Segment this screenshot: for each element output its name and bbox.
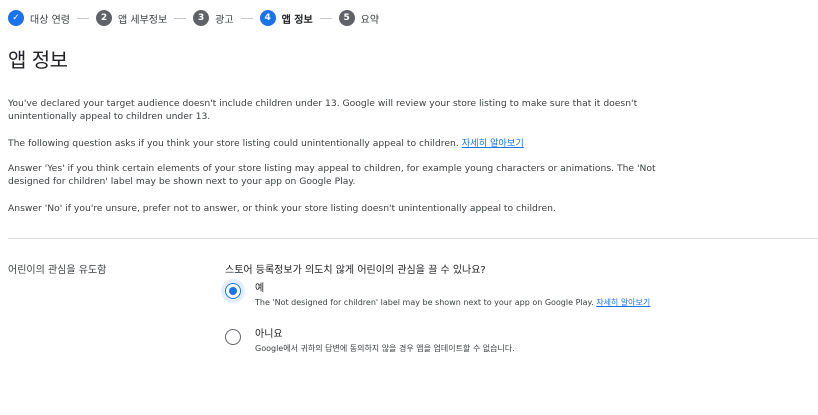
check-icon: ✓: [8, 10, 24, 26]
intro-paragraph: You've declared your target audience doe…: [8, 98, 638, 122]
radio-description: The 'Not designed for children' label ma…: [255, 297, 650, 309]
step-separator: [240, 17, 253, 19]
step-separator: [319, 17, 332, 19]
radio-option-no[interactable]: 아니요 Google에서 귀하의 답변에 동의하지 않을 경우 앱을 업데이트할…: [225, 329, 515, 355]
question-text: 스토어 등록정보가 의도치 않게 어린이의 관심을 끌 수 있나요?: [225, 265, 486, 276]
radio-option-yes[interactable]: 예 The 'Not designed for children' label …: [225, 283, 650, 309]
step-number: 2: [95, 10, 112, 26]
intro-paragraph: Answer 'Yes' if you think certain elemen…: [8, 163, 656, 187]
step-separator: [76, 17, 89, 19]
radio-description: Google에서 귀하의 답변에 동의하지 않을 경우 앱을 업데이트할 수 없…: [255, 344, 515, 353]
step-ads[interactable]: 3 광고: [193, 10, 234, 26]
intro-paragraph: The following question asks if you think…: [8, 137, 668, 150]
step-label: 앱 정보: [281, 14, 313, 26]
step-number: 5: [338, 10, 355, 26]
step-target-age[interactable]: ✓ 대상 연령: [8, 10, 70, 26]
learn-more-link[interactable]: 자세히 알아보기: [596, 298, 650, 307]
step-label: 광고: [215, 14, 234, 26]
step-app-info[interactable]: 4 앱 정보: [259, 10, 313, 26]
radio-button-yes[interactable]: [225, 283, 241, 299]
step-summary[interactable]: 5 요약: [338, 10, 380, 26]
intro-paragraph: Answer 'No' if you're unsure, prefer not…: [8, 203, 556, 214]
step-number: 4: [259, 10, 276, 26]
radio-title: 예: [255, 283, 265, 294]
section-label: 어린이의 관심을 유도함: [8, 265, 107, 276]
radio-description-text: The 'Not designed for children' label ma…: [255, 298, 597, 307]
radio-button-no[interactable]: [225, 329, 241, 345]
step-separator: [174, 17, 187, 19]
learn-more-link[interactable]: 자세히 알아보기: [462, 138, 524, 149]
step-label: 앱 세부정보: [117, 14, 168, 26]
step-label: 대상 연령: [30, 14, 70, 26]
radio-title: 아니요: [255, 329, 283, 340]
page-title: 앱 정보: [8, 48, 68, 72]
radio-selected-dot: [229, 287, 237, 295]
step-label: 요약: [360, 14, 380, 26]
radio-text: 예 The 'Not designed for children' label …: [255, 283, 650, 309]
divider: [8, 238, 818, 239]
step-number: 3: [193, 10, 210, 26]
radio-text: 아니요 Google에서 귀하의 답변에 동의하지 않을 경우 앱을 업데이트할…: [255, 329, 515, 355]
intro-text: The following question asks if you think…: [8, 138, 462, 149]
stepper: ✓ 대상 연령 2 앱 세부정보 3 광고 4 앱 정보 5 요약: [8, 8, 379, 28]
step-app-details[interactable]: 2 앱 세부정보: [95, 10, 168, 26]
